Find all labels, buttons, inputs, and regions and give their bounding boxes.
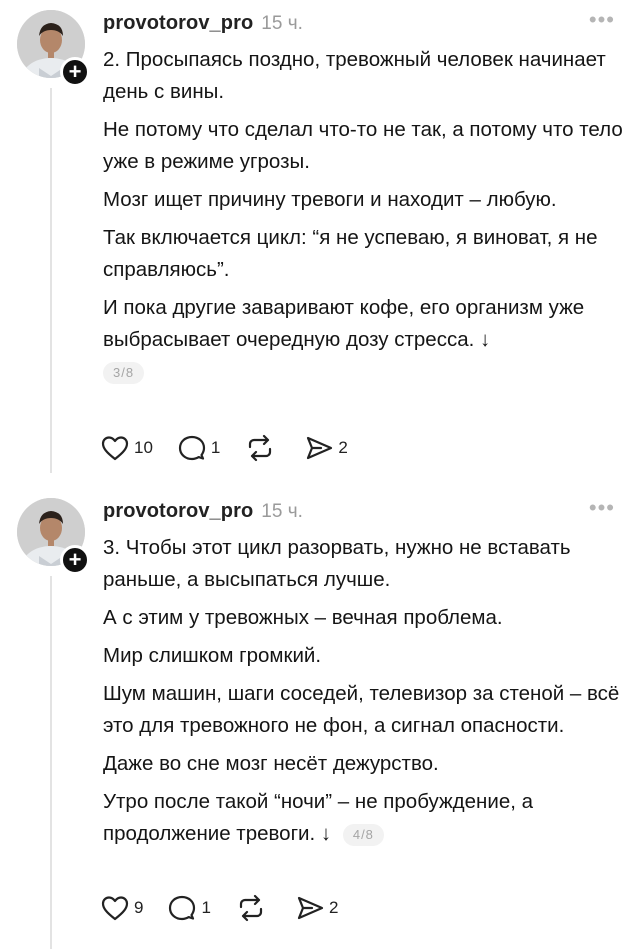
post-paragraph: Даже во сне мозг несёт дежурство.: [103, 752, 439, 775]
comment-count: 1: [210, 438, 221, 457]
page-counter-badge: 4/8: [342, 823, 384, 846]
follow-plus-icon[interactable]: +: [60, 545, 90, 575]
post-paragraph: Шум машин, шаги соседей, телевизор за ст…: [103, 682, 620, 737]
post-paragraph: Так включается цикл: “я не успеваю, я ви…: [103, 226, 598, 281]
post-body: 2. Просыпаясь поздно, тревожный человек …: [103, 44, 633, 384]
post-header: provotorov_pro 15 ч.: [103, 500, 303, 526]
thread-post: + provotorov_pro 15 ч. ••• 3. Чтобы этот…: [0, 488, 640, 949]
comment-button[interactable]: 1: [167, 894, 211, 922]
heart-icon: [101, 896, 129, 921]
like-button[interactable]: 9: [100, 894, 143, 922]
thread-post: + provotorov_pro 15 ч. ••• 2. Просыпаясь…: [0, 0, 640, 490]
share-count: 2: [328, 898, 339, 917]
post-paragraph: И пока другие заваривают кофе, его орган…: [103, 296, 585, 351]
post-paragraph-text: Утро после такой “ночи” – не пробуждение…: [103, 790, 534, 845]
post-actions: 9 1 2: [100, 894, 362, 922]
post-header: provotorov_pro 15 ч.: [103, 12, 303, 38]
avatar-container[interactable]: +: [17, 498, 90, 575]
timestamp: 15 ч.: [261, 501, 303, 522]
share-button[interactable]: 2: [295, 894, 338, 922]
post-paragraph: 2. Просыпаясь поздно, тревожный человек …: [103, 48, 606, 103]
thread-line: [50, 576, 52, 949]
page-counter-badge: 3/8: [103, 362, 145, 384]
more-horizontal-icon[interactable]: •••: [589, 9, 615, 31]
post-paragraph: Утро после такой “ночи” – не пробуждение…: [103, 786, 633, 850]
repost-button[interactable]: [244, 434, 280, 462]
timestamp: 15 ч.: [261, 13, 303, 34]
avatar-container[interactable]: +: [17, 10, 90, 87]
comment-count: 1: [201, 898, 211, 917]
share-count: 2: [338, 438, 348, 457]
post-paragraph: Мир слишком громкий.: [103, 644, 322, 667]
post-body: 3. Чтобы этот цикл разорвать, нужно не в…: [103, 532, 633, 850]
post-paragraph: Мозг ищет причину тревоги и находит – лю…: [103, 188, 557, 211]
repost-icon: [239, 894, 263, 922]
send-icon: [297, 896, 324, 920]
post-paragraph: 3. Чтобы этот цикл разорвать, нужно не в…: [103, 536, 571, 591]
post-paragraph: А с этим у тревожных – вечная проблема.: [103, 606, 503, 629]
send-icon: [307, 436, 333, 460]
share-button[interactable]: 2: [304, 434, 348, 462]
post-paragraph: Не потому что сделал что-то не так, а по…: [103, 118, 623, 173]
repost-icon: [249, 434, 272, 462]
like-count: 9: [134, 898, 144, 917]
username[interactable]: provotorov_pro: [103, 12, 253, 35]
comment-icon: [169, 895, 196, 921]
repost-button[interactable]: [235, 894, 271, 922]
comment-button[interactable]: 1: [177, 434, 220, 462]
username[interactable]: provotorov_pro: [103, 500, 253, 523]
comment-icon: [178, 435, 206, 461]
follow-plus-icon[interactable]: +: [60, 57, 90, 87]
thread-line: [50, 88, 52, 473]
like-button[interactable]: 10: [100, 434, 153, 462]
heart-icon: [101, 436, 129, 461]
like-count: 10: [134, 438, 153, 457]
more-horizontal-icon[interactable]: •••: [589, 497, 615, 519]
post-actions: 10 1 2: [100, 434, 372, 462]
